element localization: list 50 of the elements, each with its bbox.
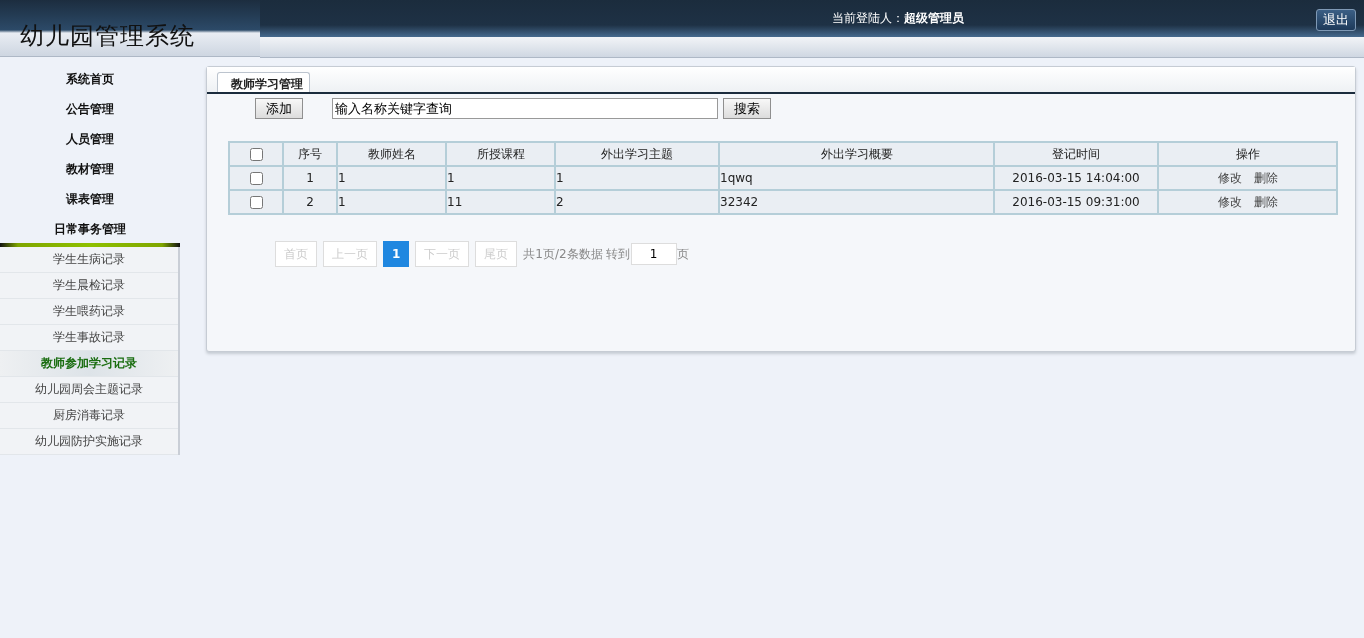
column-header: 外出学习主题: [555, 142, 719, 166]
submenu-item[interactable]: 厨房消毒记录: [0, 403, 178, 429]
submenu-item[interactable]: 学生晨检记录: [0, 273, 178, 299]
action-link[interactable]: 修改: [1217, 194, 1242, 209]
column-header: 教师姓名: [337, 142, 446, 166]
column-header: 登记时间: [994, 142, 1158, 166]
submenu-item[interactable]: 幼儿园周会主题记录: [0, 377, 178, 403]
page-number-field[interactable]: 1: [630, 243, 677, 265]
table-cell: 2016-03-15 14:04:00: [994, 166, 1158, 190]
column-header: 外出学习概要: [719, 142, 994, 166]
checkbox[interactable]: [249, 172, 263, 185]
column-header: 所授课程: [446, 142, 555, 166]
menu-item[interactable]: 公告管理: [0, 94, 180, 124]
menu-item[interactable]: 课表管理: [0, 184, 180, 214]
table-cell: 1: [555, 166, 719, 190]
action-link[interactable]: 删除: [1253, 194, 1278, 209]
page-button[interactable]: 1: [383, 241, 410, 267]
table-cell: 2: [555, 190, 719, 214]
checkbox[interactable]: [249, 196, 263, 209]
table-cell: 1: [337, 166, 446, 190]
page-suffix: 页: [676, 245, 689, 263]
action-link[interactable]: 修改: [1217, 170, 1242, 185]
submenu-item[interactable]: 学生喂药记录: [0, 299, 178, 325]
logout-button[interactable]: 退出: [1316, 9, 1356, 31]
column-header: 序号: [283, 142, 337, 166]
table-cell: 1: [283, 166, 337, 190]
table-cell: 1: [446, 166, 555, 190]
table-cell: 32342: [719, 190, 994, 214]
table-cell: 2016-03-15 09:31:00: [994, 190, 1158, 214]
table-cell: 11: [446, 190, 555, 214]
logo-text: 幼儿园管理系统: [20, 21, 195, 52]
search-field[interactable]: 输入名称关键字查询: [332, 98, 718, 119]
table-cell: 2: [283, 190, 337, 214]
menu-item[interactable]: 系统首页: [0, 64, 180, 94]
search-button[interactable]: 搜索: [723, 98, 771, 119]
menu-item[interactable]: 人员管理: [0, 124, 180, 154]
current-user-text: 当前登陆人：超级管理员: [832, 10, 964, 27]
submenu-item[interactable]: 教师参加学习记录: [0, 351, 178, 377]
column-header: 操作: [1158, 142, 1337, 166]
add-button[interactable]: 添加: [255, 98, 303, 119]
table-cell: 1qwq: [719, 166, 994, 190]
checkbox[interactable]: [249, 148, 263, 161]
table-cell: 1: [337, 190, 446, 214]
page-summary: 共1页/2条数据 转到: [523, 245, 631, 263]
action-link[interactable]: 删除: [1253, 170, 1278, 185]
menu-item[interactable]: 日常事务管理: [0, 214, 180, 244]
menu-item[interactable]: 教材管理: [0, 154, 180, 184]
panel-tab[interactable]: 教师学习管理: [217, 72, 310, 92]
submenu-item[interactable]: 学生生病记录: [0, 247, 178, 273]
submenu-item[interactable]: 幼儿园防护实施记录: [0, 429, 178, 455]
